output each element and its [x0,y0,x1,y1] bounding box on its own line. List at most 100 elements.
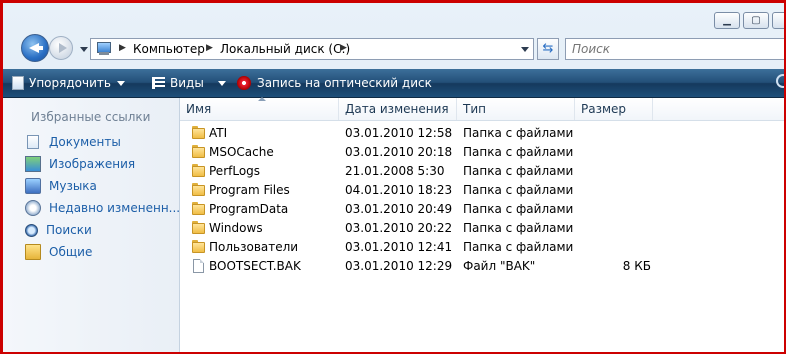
column-type[interactable]: Тип [457,98,575,120]
file-row[interactable]: ATI 03.01.2010 12:58 Папка с файлами [180,124,784,143]
file-date: 03.01.2010 12:29 [345,259,453,273]
nav-item-documents[interactable]: Документы [25,132,121,152]
folder-icon [192,202,205,215]
file-type: Папка с файлами [463,202,574,216]
search-box[interactable] [565,38,784,60]
file-name: MSOCache [209,145,274,159]
burn-label: Запись на оптический диск [257,76,432,90]
folder-icon [192,126,205,139]
nav-item-label: Музыка [49,179,97,193]
column-date-label: Дата изменения [345,102,449,116]
file-type: Папка с файлами [463,221,574,235]
maximize-icon: ▢ [751,15,761,26]
minimize-icon: ▁ [723,15,731,26]
breadcrumb-chevron-icon[interactable]: ▶ [119,43,126,53]
refresh-icon: ⇆ [542,41,554,56]
file-row[interactable]: Пользователи 03.01.2010 12:41 Папка с фа… [180,238,784,257]
views-button[interactable]: Виды [152,69,226,97]
file-date: 03.01.2010 20:49 [345,202,453,216]
file-row[interactable]: Program Files 04.01.2010 18:23 Папка с ф… [180,181,784,200]
file-icon [193,259,204,273]
file-date: 03.01.2010 12:58 [345,126,453,140]
recent-pages-chevron-icon[interactable] [80,47,88,52]
nav-item-label: Недавно измененн... [49,201,181,215]
burn-button[interactable]: Запись на оптический диск [237,69,432,97]
documents-icon [27,135,39,149]
explorer-window: ▁ ▢ ▶ Компьютер ▶ Локальный диск (C:) ▶ … [3,3,784,352]
views-label: Виды [170,76,204,90]
burn-disc-icon [237,76,251,90]
nav-item-label: Изображения [49,157,136,171]
column-date[interactable]: Дата изменения [339,98,457,120]
file-size: 8 КБ [622,259,651,273]
chevron-down-icon [217,80,226,86]
address-bar[interactable]: ▶ Компьютер ▶ Локальный диск (C:) ▶ [90,38,534,60]
breadcrumb-chevron-icon[interactable]: ▶ [206,43,213,53]
nav-item-public[interactable]: Общие [25,242,92,262]
file-type: Папка с файлами [463,145,574,159]
file-row[interactable]: ProgramData 03.01.2010 20:49 Папка с фай… [180,200,784,219]
address-dropdown-icon[interactable] [521,47,529,52]
file-type: Файл "BAK" [463,259,536,273]
folder-icon [192,164,205,177]
file-row[interactable]: MSOCache 03.01.2010 20:18 Папка с файлам… [180,143,784,162]
music-icon [25,178,41,194]
favorite-links-title: Избранные ссылки [31,110,151,124]
column-type-label: Тип [463,102,486,116]
nav-item-label: Поиски [46,223,92,237]
column-name[interactable]: Имя [180,97,339,120]
file-name: ATI [209,126,228,140]
folder-icon [192,183,205,196]
command-bar: Упорядочить Виды Запись на оптический ди… [3,69,784,98]
public-icon [25,244,41,260]
column-name-label: Имя [186,102,212,116]
nav-item-searches[interactable]: Поиски [25,220,92,240]
file-name: PerfLogs [209,164,261,178]
file-row[interactable]: Windows 03.01.2010 20:22 Папка с файлами [180,219,784,238]
column-size[interactable]: Размер [575,98,653,120]
file-row[interactable]: BOOTSECT.BAK 03.01.2010 12:29 Файл "BAK"… [180,257,784,276]
file-date: 03.01.2010 20:22 [345,221,453,235]
organize-button[interactable]: Упорядочить [12,69,125,97]
file-type: Папка с файлами [463,126,574,140]
folder-icon [192,145,205,158]
file-name: ProgramData [209,202,289,216]
close-button[interactable] [772,12,784,29]
search-input[interactable] [572,41,772,57]
file-name: Program Files [209,183,290,197]
file-date: 04.01.2010 18:23 [345,183,453,197]
breadcrumb-computer[interactable]: Компьютер [133,42,205,56]
maximize-button[interactable]: ▢ [743,12,769,29]
file-type: Папка с файлами [463,183,574,197]
sort-ascending-icon [258,97,266,101]
column-header: Имя Дата изменения Тип Размер [180,97,784,121]
searches-icon [25,223,38,237]
nav-item-recent[interactable]: Недавно измененн... [25,198,180,218]
forward-button[interactable] [49,36,73,60]
file-list: Имя Дата изменения Тип Размер ATI 03.01.… [180,97,784,352]
navigation-pane: Избранные ссылки Документы Изображения М… [3,98,180,352]
recent-icon [25,200,41,216]
column-size-label: Размер [581,102,627,116]
file-type: Папка с файлами [463,240,574,254]
back-button[interactable] [21,34,49,62]
organize-label: Упорядочить [29,76,111,90]
nav-item-pictures[interactable]: Изображения [25,154,135,174]
breadcrumb-chevron-icon[interactable]: ▶ [340,43,347,53]
breadcrumb-local-disk[interactable]: Локальный диск (C:) [220,42,350,56]
minimize-button[interactable]: ▁ [714,12,740,29]
file-name: Пользователи [209,240,299,254]
nav-item-label: Общие [49,245,93,259]
file-date: 03.01.2010 12:41 [345,240,453,254]
folder-icon [192,221,205,234]
views-icon [152,77,165,89]
nav-item-music[interactable]: Музыка [25,176,97,196]
file-type: Папка с файлами [463,164,574,178]
organize-icon [12,76,24,90]
file-row[interactable]: PerfLogs 21.01.2008 5:30 Папка с файлами [180,162,784,181]
file-date: 03.01.2010 20:18 [345,145,453,159]
help-icon[interactable] [776,74,784,88]
file-name: Windows [209,221,263,235]
refresh-button[interactable]: ⇆ [537,38,559,60]
folder-icon [192,240,205,253]
